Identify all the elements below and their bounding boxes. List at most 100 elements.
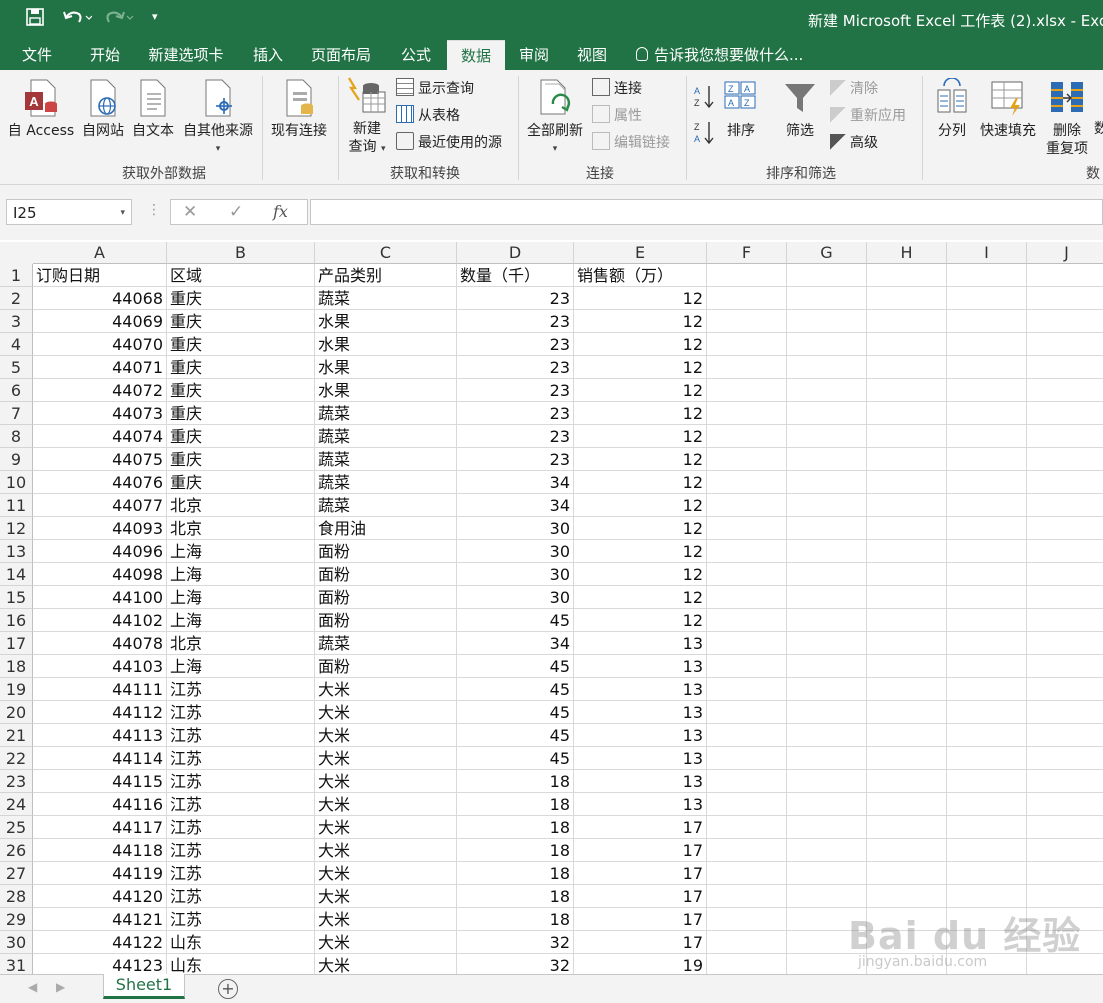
cell-f[interactable] [707,862,787,885]
cell-g[interactable] [787,678,867,701]
cell-a[interactable]: 44096 [33,540,167,563]
cell-j[interactable] [1027,862,1103,885]
cell-d[interactable]: 23 [457,402,574,425]
cell-h[interactable] [867,609,947,632]
cell-f[interactable] [707,816,787,839]
formula-input[interactable] [310,199,1103,225]
cell-c[interactable]: 大米 [315,793,457,816]
cell-g[interactable] [787,517,867,540]
next-sheet-icon[interactable]: ▶ [56,980,65,994]
cell-g[interactable] [787,425,867,448]
enter-icon[interactable]: ✓ [229,202,243,222]
cell-d[interactable]: 23 [457,287,574,310]
cell-e[interactable]: 17 [574,816,707,839]
cell-d[interactable]: 45 [457,655,574,678]
cell-d[interactable]: 18 [457,908,574,931]
cell-c[interactable]: 水果 [315,356,457,379]
sheet-tab-sheet1[interactable]: Sheet1 [103,974,185,999]
cell-d[interactable]: 34 [457,471,574,494]
row-header[interactable]: 28 [0,885,33,908]
cell-a[interactable]: 44070 [33,333,167,356]
row-header[interactable]: 7 [0,402,33,425]
from-text-button[interactable]: 自文本 [128,78,178,140]
cell-i[interactable] [947,448,1027,471]
row-header[interactable]: 14 [0,563,33,586]
cell-i[interactable] [947,264,1027,287]
row-header[interactable]: 22 [0,747,33,770]
cell-e[interactable]: 12 [574,402,707,425]
cell-d[interactable]: 30 [457,586,574,609]
cell-e[interactable]: 13 [574,724,707,747]
cell-i[interactable] [947,356,1027,379]
cell-c[interactable]: 面粉 [315,609,457,632]
cell-h[interactable] [867,747,947,770]
cell-b[interactable]: 重庆 [167,287,315,310]
cell-d[interactable]: 32 [457,954,574,974]
cell-b[interactable]: 上海 [167,609,315,632]
cell-j[interactable] [1027,379,1103,402]
cell-c[interactable]: 蔬菜 [315,632,457,655]
cell-f[interactable] [707,609,787,632]
cell-e[interactable]: 13 [574,678,707,701]
cell-i[interactable] [947,747,1027,770]
cell-i[interactable] [947,632,1027,655]
cell-c[interactable]: 大米 [315,678,457,701]
cell-g[interactable] [787,586,867,609]
cell-h[interactable] [867,632,947,655]
cell-h[interactable] [867,264,947,287]
cell-b[interactable]: 重庆 [167,333,315,356]
cell-e[interactable]: 销售额（万） [574,264,707,287]
cell-b[interactable]: 江苏 [167,908,315,931]
cell-e[interactable]: 13 [574,793,707,816]
cell-e[interactable]: 17 [574,839,707,862]
cell-c[interactable]: 蔬菜 [315,425,457,448]
cell-i[interactable] [947,310,1027,333]
cell-d[interactable]: 数量（千） [457,264,574,287]
row-header[interactable]: 12 [0,517,33,540]
cell-a[interactable]: 44078 [33,632,167,655]
cell-a[interactable]: 44123 [33,954,167,974]
cell-i[interactable] [947,816,1027,839]
cell-f[interactable] [707,448,787,471]
cell-f[interactable] [707,379,787,402]
cell-e[interactable]: 12 [574,356,707,379]
cell-b[interactable]: 区域 [167,264,315,287]
tab-insert[interactable]: 插入 [244,40,292,70]
cell-j[interactable] [1027,678,1103,701]
cell-j[interactable] [1027,425,1103,448]
cell-b[interactable]: 北京 [167,517,315,540]
cell-i[interactable] [947,724,1027,747]
cell-b[interactable]: 重庆 [167,310,315,333]
cell-g[interactable] [787,471,867,494]
cell-d[interactable]: 18 [457,839,574,862]
cell-g[interactable] [787,379,867,402]
cell-e[interactable]: 12 [574,471,707,494]
cell-i[interactable] [947,379,1027,402]
undo-icon[interactable] [62,8,93,31]
cell-c[interactable]: 蔬菜 [315,471,457,494]
cell-f[interactable] [707,333,787,356]
cell-h[interactable] [867,770,947,793]
cell-g[interactable] [787,701,867,724]
cell-j[interactable] [1027,632,1103,655]
edit-links-button[interactable]: 编辑链接 [592,132,670,154]
cell-j[interactable] [1027,609,1103,632]
cell-a[interactable]: 44121 [33,908,167,931]
row-header[interactable]: 20 [0,701,33,724]
cell-c[interactable]: 食用油 [315,517,457,540]
tab-page-layout[interactable]: 页面布局 [302,40,380,70]
cell-b[interactable]: 上海 [167,540,315,563]
remove-duplicates-button[interactable]: 删除 重复项 [1042,78,1092,158]
cell-h[interactable] [867,425,947,448]
worksheet-grid[interactable]: 1 订购日期 区域 产品类别 数量（千） 销售额（万） 2 44068 重庆 蔬菜 23 12 3 440… [0,264,1103,974]
cell-j[interactable] [1027,747,1103,770]
cell-a[interactable]: 44118 [33,839,167,862]
cell-f[interactable] [707,517,787,540]
cell-h[interactable] [867,701,947,724]
cell-g[interactable] [787,862,867,885]
cell-i[interactable] [947,287,1027,310]
cell-f[interactable] [707,885,787,908]
cell-j[interactable] [1027,701,1103,724]
cell-h[interactable] [867,586,947,609]
tab-new-tab[interactable]: 新建选项卡 [140,40,232,70]
